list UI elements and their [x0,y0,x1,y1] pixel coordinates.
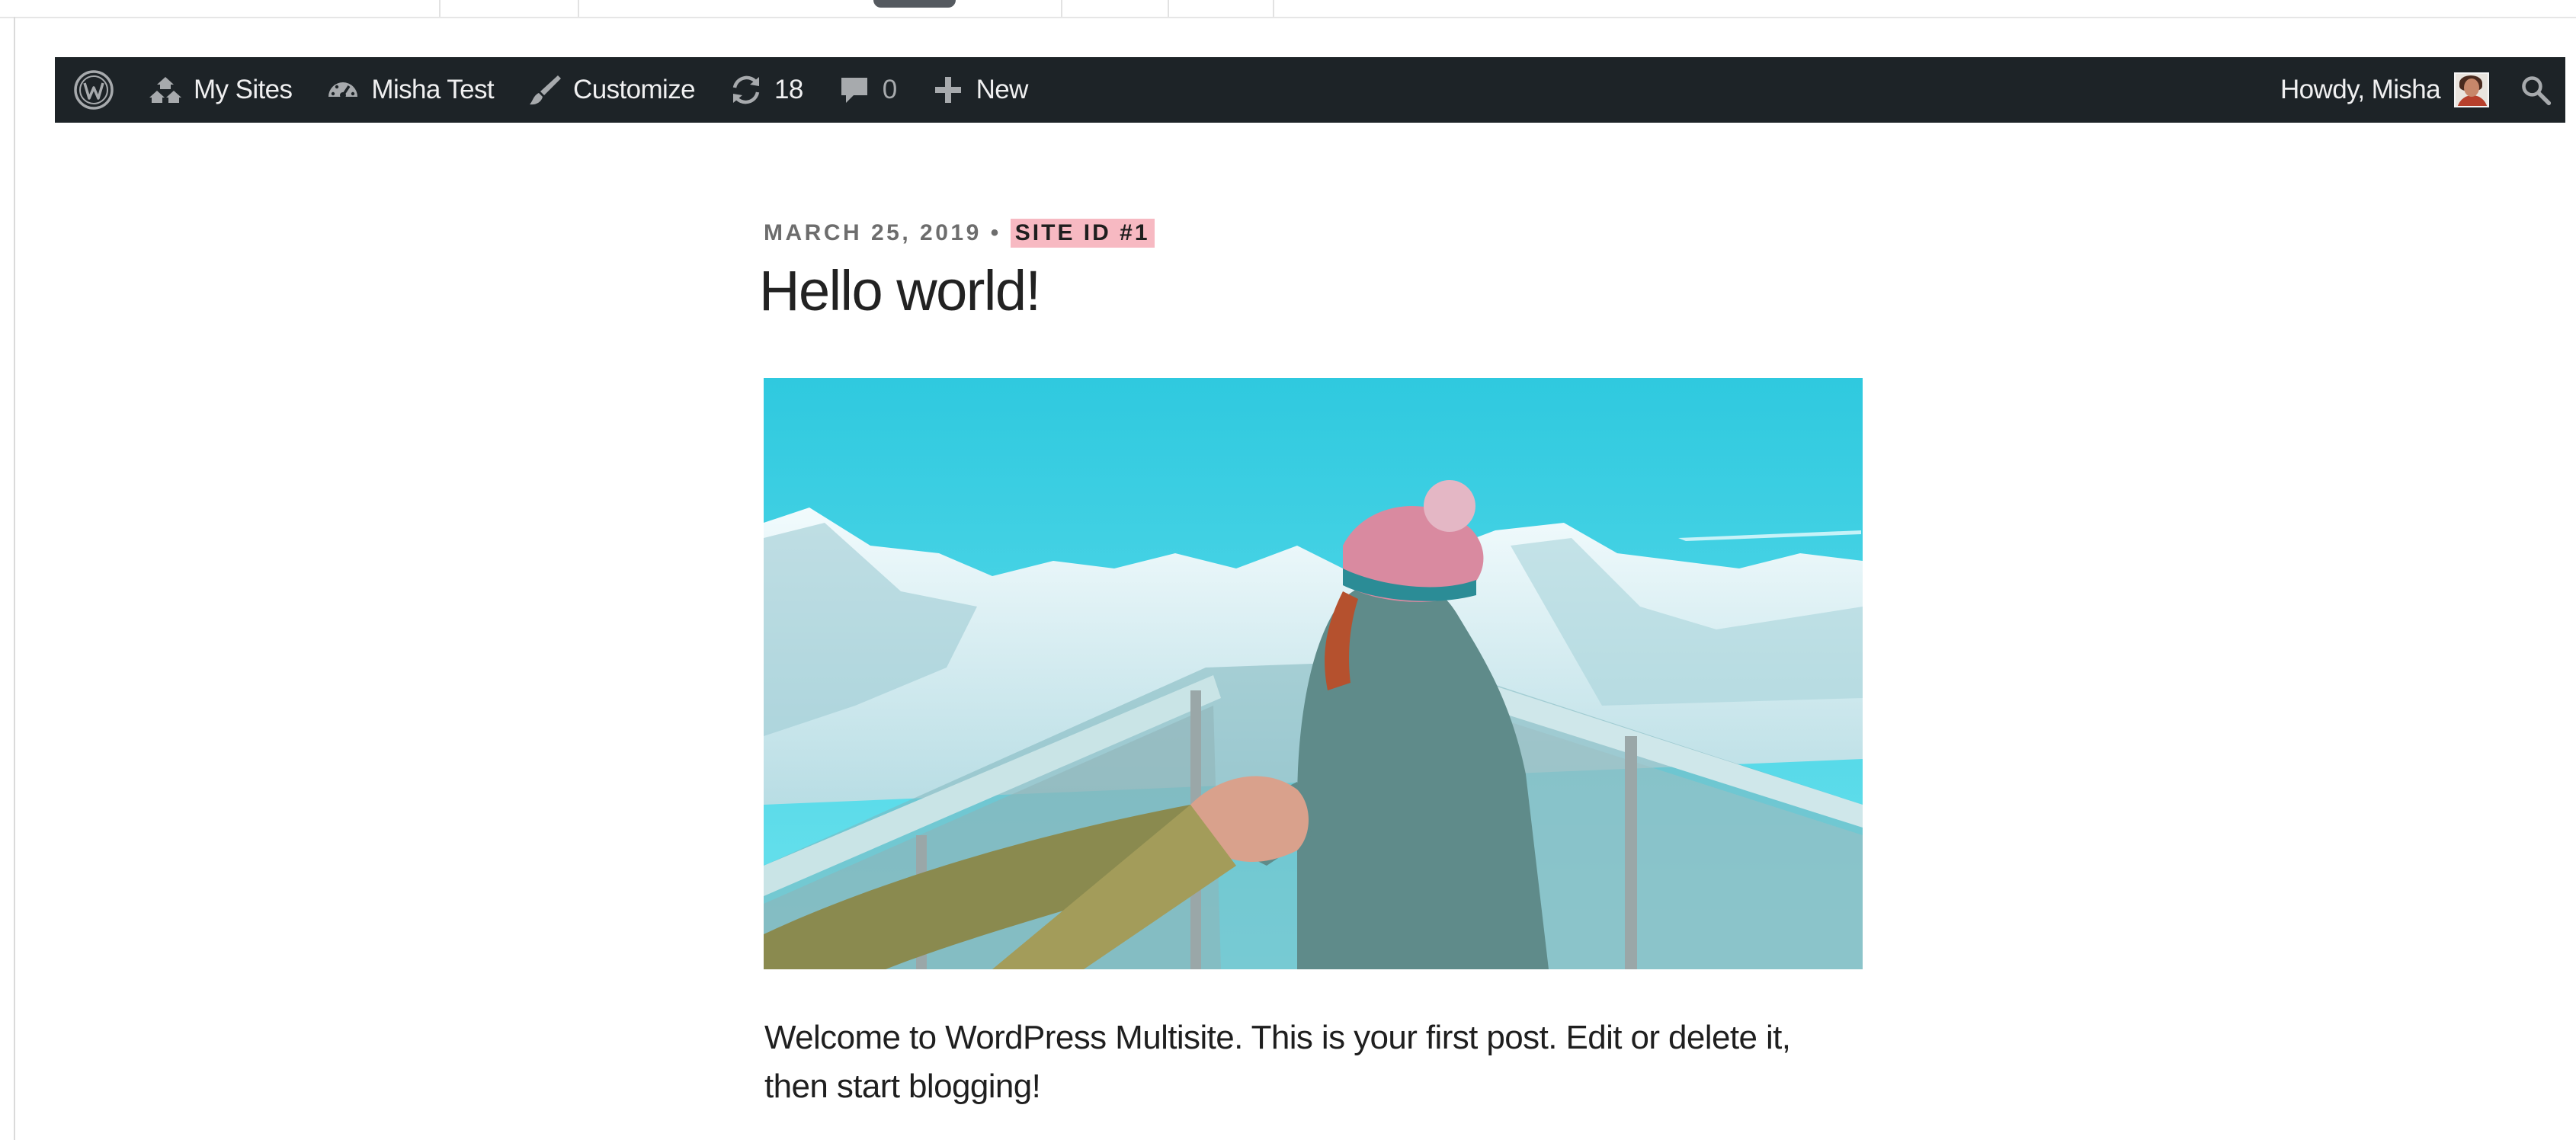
comments-count: 0 [882,75,897,104]
my-sites-icon [148,72,183,107]
adminbar-site-name[interactable]: Misha Test [325,57,495,123]
avatar [2454,72,2489,107]
active-tab-indicator[interactable] [873,0,956,8]
adminbar-customize-label: Customize [573,75,696,104]
post-title[interactable]: Hello world! [759,256,1041,326]
site-id-badge: SITE ID #1 [1010,219,1155,248]
brush-icon [527,72,562,107]
updates-count: 18 [774,75,803,104]
post-date[interactable]: MARCH 25, 2019 [764,220,982,246]
adminbar-new-content[interactable]: New [931,57,1028,123]
tab-separator [1273,0,1274,17]
tab-separator [1061,0,1062,17]
wordpress-logo-icon [73,69,114,110]
meta-separator: • [990,220,1001,245]
tab-separator [1168,0,1169,17]
adminbar-site-name-label: Misha Test [371,75,495,104]
adminbar-comments[interactable]: 0 [837,57,897,123]
adminbar-my-sites-label: My Sites [194,75,293,104]
search-icon [2520,74,2552,106]
adminbar-wordpress-menu[interactable] [73,57,114,123]
post-excerpt: Welcome to WordPress Multisite. This is … [764,1019,1791,1105]
tab-separator [439,0,441,17]
plus-icon [931,72,966,107]
updates-icon [729,72,764,107]
adminbar-my-sites[interactable]: My Sites [148,57,293,123]
adminbar-updates[interactable]: 18 [729,57,803,123]
page-left-border [14,17,15,1140]
adminbar-customize[interactable]: Customize [527,57,696,123]
tab-separator [578,0,579,17]
adminbar-new-label: New [976,75,1029,104]
featured-image[interactable] [764,378,1863,969]
adminbar-secondary: Howdy, Misha [2280,57,2565,123]
dashboard-icon [325,72,360,107]
adminbar-my-account[interactable]: Howdy, Misha [2280,57,2489,123]
admin-bar: My Sites Misha Test Customize 18 0 New H… [55,57,2565,123]
browser-tab-strip [0,0,2576,18]
howdy-greeting: Howdy, Misha [2280,75,2441,104]
adminbar-search[interactable] [2520,57,2552,123]
post-meta: MARCH 25, 2019 • SITE ID #1 [764,218,1155,248]
comments-icon [837,72,872,107]
